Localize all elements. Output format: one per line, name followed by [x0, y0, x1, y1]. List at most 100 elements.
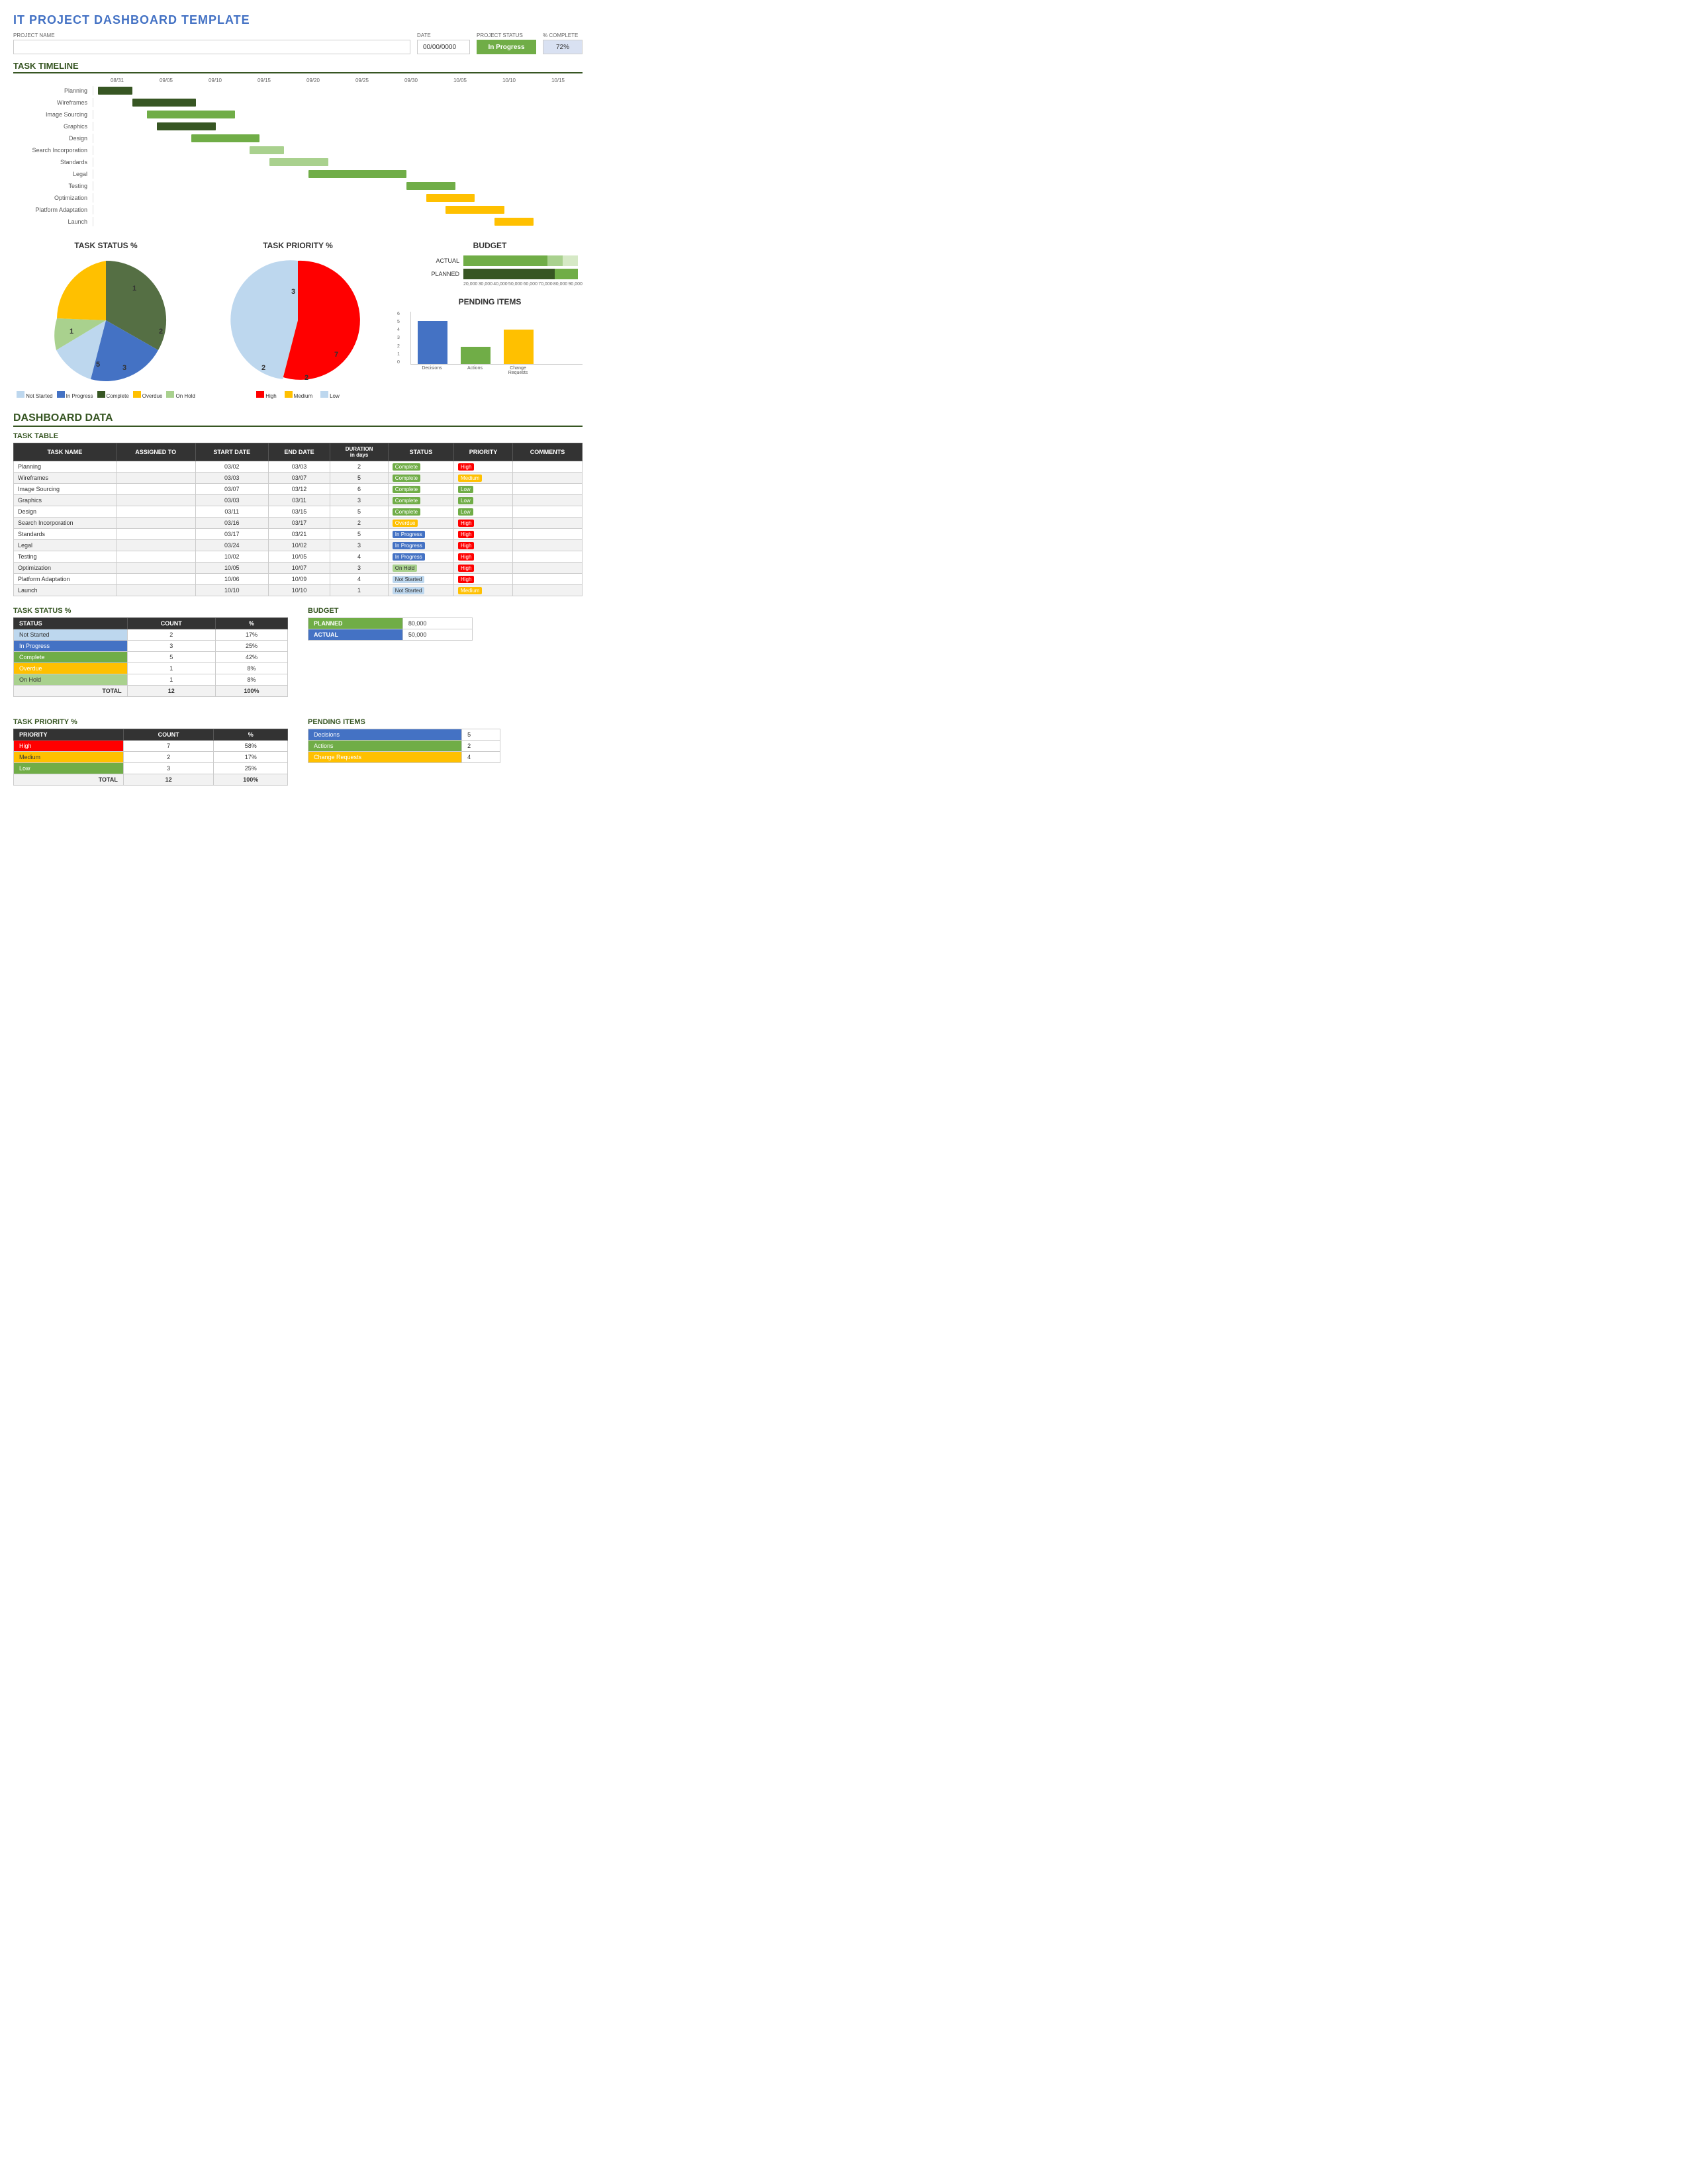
svg-text:3: 3 — [122, 364, 126, 372]
svg-text:7: 7 — [334, 351, 338, 359]
table-row: Overdue 1 8% — [14, 663, 288, 674]
svg-text:1: 1 — [70, 328, 73, 336]
gantt-bar — [98, 87, 132, 95]
col-status: STATUS — [388, 443, 453, 461]
pending-section-title: PENDING ITEMS — [308, 718, 583, 726]
gantt-task-label: Planning — [13, 87, 93, 94]
gantt-bar — [406, 182, 455, 190]
budget-chart: BUDGET ACTUAL PLANNED 20,00030,00040,000… — [397, 241, 583, 287]
svg-text:5: 5 — [96, 361, 100, 369]
gantt-row: Wireframes — [13, 97, 583, 109]
budget-section-title: BUDGET — [308, 607, 583, 615]
complete-label: % COMPLETE — [543, 32, 583, 38]
col-assigned: ASSIGNED TO — [116, 443, 195, 461]
gantt-row: Design — [13, 132, 583, 144]
gantt-row: Testing — [13, 180, 583, 192]
gantt-task-label: Launch — [13, 218, 93, 225]
gantt-task-label: Optimization — [13, 195, 93, 201]
table-row: Planning 03/02 03/03 2 Complete High — [14, 461, 583, 473]
pending-table: Decisions 5 Actions 2 Change Requests 4 — [308, 729, 500, 763]
status-value: In Progress — [477, 40, 536, 54]
table-row: ACTUAL 50,000 — [308, 629, 473, 641]
budget-section: BUDGET PLANNED 80,000 ACTUAL 50,000 — [308, 607, 583, 707]
gantt-row: Search Incorporation — [13, 144, 583, 156]
gantt-bar — [445, 206, 504, 214]
status-legend: Not Started In Progress Complete Overdue… — [13, 391, 199, 399]
table-row: Decisions 5 — [308, 729, 500, 741]
gantt-bar — [269, 158, 328, 166]
budget-table: PLANNED 80,000 ACTUAL 50,000 — [308, 617, 473, 641]
svg-text:2: 2 — [261, 364, 265, 372]
table-row: In Progress 3 25% — [14, 641, 288, 652]
task-priority-table: PRIORITY COUNT % High 7 58% Medium 2 17%… — [13, 729, 288, 786]
table-row: Graphics 03/03 03/11 3 Complete Low — [14, 495, 583, 506]
gantt-task-label: Wireframes — [13, 99, 93, 106]
gantt-task-label: Legal — [13, 171, 93, 177]
col-comments: COMMENTS — [512, 443, 582, 461]
gantt-chart: 08/31 09/05 09/10 09/15 09/20 09/25 09/3… — [13, 77, 583, 228]
gantt-task-label: Platform Adaptation — [13, 206, 93, 213]
table-row: Testing 10/02 10/05 4 In Progress High — [14, 551, 583, 563]
gantt-row: Launch — [13, 216, 583, 228]
table-row: High 7 58% — [14, 741, 288, 752]
col-task-name: TASK NAME — [14, 443, 117, 461]
task-status-table: STATUS COUNT % Not Started 2 17% In Prog… — [13, 617, 288, 697]
table-row: Optimization 10/05 10/07 3 On Hold High — [14, 563, 583, 574]
date-value: 00/00/0000 — [417, 40, 470, 54]
svg-text:1: 1 — [132, 285, 136, 293]
gantt-task-label: Design — [13, 135, 93, 142]
total-row: TOTAL 12 100% — [14, 686, 288, 697]
task-status-chart: TASK STATUS % 1 2 1 3 5 Not Started In P… — [13, 241, 199, 399]
table-row: Wireframes 03/03 03/07 5 Complete Medium — [14, 473, 583, 484]
table-row: Image Sourcing 03/07 03/12 6 Complete Lo… — [14, 484, 583, 495]
project-name-box[interactable] — [13, 40, 410, 54]
table-row: On Hold 1 8% — [14, 674, 288, 686]
gantt-task-label: Standards — [13, 159, 93, 165]
table-row: Complete 5 42% — [14, 652, 288, 663]
pending-title: PENDING ITEMS — [397, 297, 583, 306]
complete-value: 72% — [543, 40, 583, 54]
status-col-status: STATUS — [14, 618, 128, 629]
table-row: Standards 03/17 03/21 5 In Progress High — [14, 529, 583, 540]
task-table: TASK NAME ASSIGNED TO START DATE END DAT… — [13, 443, 583, 596]
gantt-row: Planning — [13, 85, 583, 97]
table-row: Search Incorporation 03/16 03/17 2 Overd… — [14, 518, 583, 529]
col-priority: PRIORITY — [454, 443, 513, 461]
status-label: PROJECT STATUS — [477, 32, 536, 38]
task-table-title: TASK TABLE — [13, 432, 583, 440]
task-priority-title: TASK PRIORITY % — [205, 241, 391, 250]
gantt-row: Image Sourcing — [13, 109, 583, 120]
task-timeline-title: TASK TIMELINE — [13, 61, 583, 73]
table-row: Design 03/11 03/15 5 Complete Low — [14, 506, 583, 518]
status-col-count: COUNT — [127, 618, 215, 629]
table-row: Not Started 2 17% — [14, 629, 288, 641]
gantt-task-label: Search Incorporation — [13, 147, 93, 154]
priority-legend: High Medium Low — [205, 391, 391, 399]
gantt-bar — [250, 146, 284, 154]
pending-chart: PENDING ITEMS 6543210 — [397, 297, 583, 375]
gantt-bar — [147, 111, 235, 118]
table-row: PLANNED 80,000 — [308, 618, 473, 629]
gantt-row: Standards — [13, 156, 583, 168]
gantt-task-label: Testing — [13, 183, 93, 189]
charts-row: TASK STATUS % 1 2 1 3 5 Not Started In P… — [13, 241, 583, 399]
gantt-bar — [191, 134, 259, 142]
task-status-section: TASK STATUS % STATUS COUNT % Not Started… — [13, 607, 288, 707]
dashboard-data-title: DASHBOARD DATA — [13, 412, 583, 427]
table-row: Change Requests 4 — [308, 752, 500, 763]
priority-col-pct: % — [214, 729, 288, 741]
svg-text:2: 2 — [305, 374, 308, 382]
gantt-row: Platform Adaptation — [13, 204, 583, 216]
table-row: Actions 2 — [308, 741, 500, 752]
priority-col-count: COUNT — [123, 729, 214, 741]
status-col-pct: % — [215, 618, 287, 629]
main-title: IT PROJECT DASHBOARD TEMPLATE — [13, 13, 583, 27]
gantt-bar — [157, 122, 216, 130]
gantt-bar — [308, 170, 406, 178]
task-status-title: TASK STATUS % — [13, 241, 199, 250]
col-start: START DATE — [195, 443, 268, 461]
gantt-bar — [132, 99, 196, 107]
gantt-row: Graphics — [13, 120, 583, 132]
gantt-row: Optimization — [13, 192, 583, 204]
table-row: Low 3 25% — [14, 763, 288, 774]
